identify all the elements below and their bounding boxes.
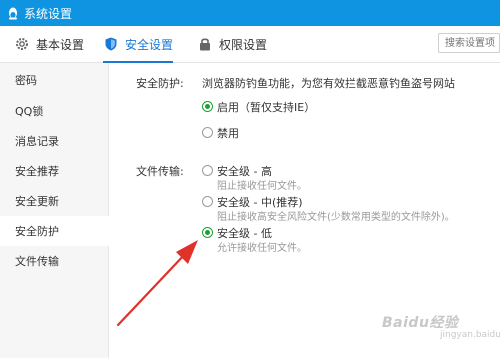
baidu-watermark: Baidu经验: [382, 315, 459, 331]
baidu-watermark-url: jingyan.baidu.com: [440, 330, 500, 340]
annotation-arrow: [116, 240, 198, 327]
